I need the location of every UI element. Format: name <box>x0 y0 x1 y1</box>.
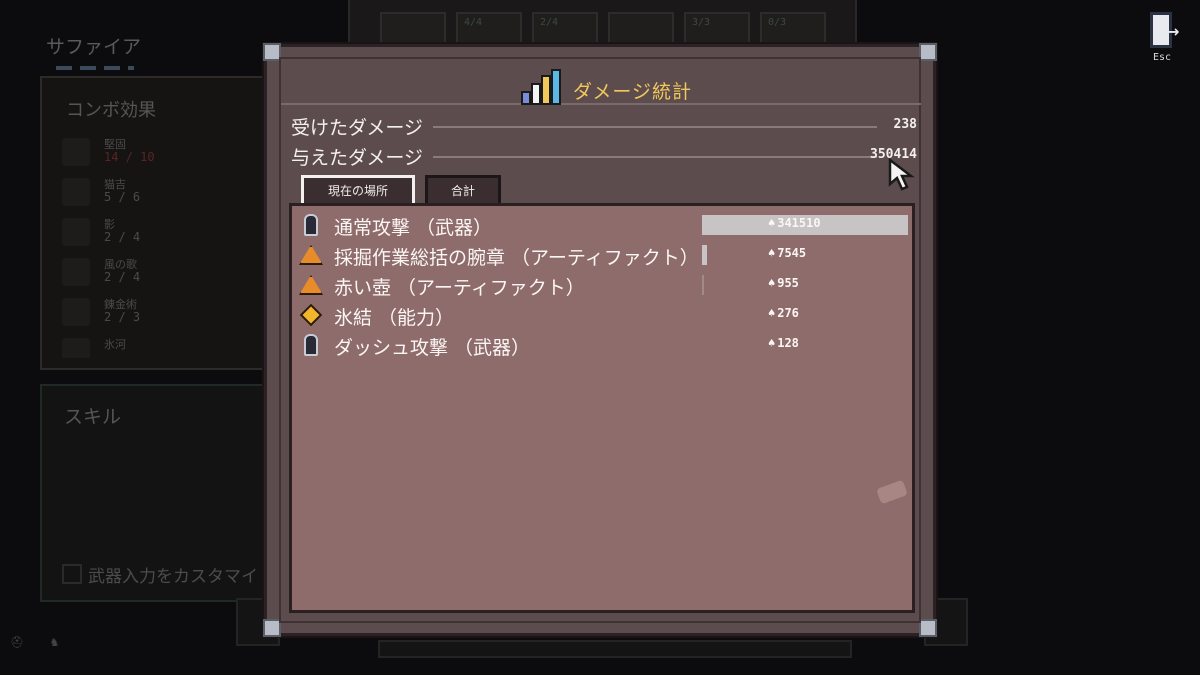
combo-icon <box>62 178 90 206</box>
artifact-icon <box>298 272 324 298</box>
combo-item: 堅固 14 / 10 <box>62 136 262 168</box>
damage-share-bar <box>702 275 704 295</box>
damage-received-value: 238 <box>893 117 917 132</box>
skill-title: スキル <box>64 406 122 428</box>
customize-weapon-input-option: 武器入力をカスタマイ <box>62 562 258 587</box>
tab-current-location[interactable]: 現在の場所 <box>301 175 415 205</box>
combo-item: 錬金術 2 / 3 <box>62 296 262 328</box>
exit-arrow-icon: → <box>1166 22 1180 41</box>
damage-value-text: 276 <box>777 306 799 320</box>
combo-item: 風の歌 2 / 4 <box>62 256 262 288</box>
damage-value-text: 128 <box>777 336 799 350</box>
combo-icon <box>62 298 90 326</box>
damage-source-row[interactable]: ダッシュ攻撃 （武器） ♠ 128 <box>298 330 902 360</box>
character-level-dashes <box>56 66 134 70</box>
checkbox <box>62 564 82 584</box>
modal-header: ダメージ統計 <box>281 61 921 105</box>
mouse-cursor-icon <box>888 158 915 191</box>
damage-stats-modal: ダメージ統計 受けたダメージ 238 与えたダメージ 350414 現在の場所 … <box>263 43 937 637</box>
damage-type-icon: ♠ <box>768 306 776 320</box>
damage-type-icon: ♠ <box>768 216 776 230</box>
combo-item: 猫吉 5 / 6 <box>62 176 262 208</box>
background-bottom-icons: ⛑ ♞ <box>10 636 59 649</box>
damage-source-label: 採掘作業総括の腕章 （アーティファクト） <box>334 247 699 269</box>
damage-source-row[interactable]: 氷結 （能力） ♠ 276 <box>298 300 902 330</box>
damage-source-label: 通常攻撃 （武器） <box>334 217 493 239</box>
frame-corner <box>919 619 937 637</box>
damage-type-icon: ♠ <box>768 246 776 260</box>
helmet-icon: ⛑ <box>10 636 24 649</box>
damage-type-icon: ♠ <box>768 276 776 290</box>
damage-share-bar <box>702 245 707 265</box>
bar-chart-icon <box>519 69 561 105</box>
damage-value: ♠ 955 <box>768 276 858 290</box>
damage-value: ♠ 276 <box>768 306 858 320</box>
skill-panel: スキル 武器入力をカスタマイ <box>40 384 276 602</box>
combo-effects-panel: コンボ効果 堅固 14 / 10 猫吉 5 / 6 影2 / 4 風の歌 2 / 4 … <box>40 76 276 370</box>
damage-value: ♠ 128 <box>768 336 858 350</box>
damage-source-label: ダッシュ攻撃 （武器） <box>334 337 531 359</box>
weapon-icon <box>298 212 324 238</box>
damage-source-label: 氷結 （能力） <box>334 307 455 329</box>
combo-icon <box>62 258 90 286</box>
frame-corner <box>919 43 937 61</box>
ability-icon <box>298 302 324 328</box>
character-name: サファイア <box>46 36 142 58</box>
combo-icon <box>62 338 90 358</box>
damage-dealt-row: 与えたダメージ 350414 <box>291 143 917 170</box>
combo-title: コンボ効果 <box>66 100 156 121</box>
combo-icon <box>62 138 90 166</box>
damage-source-row[interactable]: 採掘作業総括の腕章 （アーティファクト） ♠ 7545 <box>298 240 902 270</box>
leader-line <box>431 126 877 128</box>
damage-value: ♠ 341510 <box>768 216 858 230</box>
combo-item: 影2 / 4 <box>62 216 262 248</box>
background-bottom-bar <box>378 640 852 658</box>
boot-icon: ♞ <box>49 636 60 649</box>
esc-label: Esc <box>1153 52 1172 63</box>
damage-value-text: 7545 <box>777 246 807 260</box>
combo-item: 氷河 <box>62 336 262 358</box>
damage-value: ♠ 7545 <box>768 246 858 260</box>
weapon-icon <box>298 332 324 358</box>
damage-value-text: 955 <box>777 276 799 290</box>
damage-received-row: 受けたダメージ 238 <box>291 113 917 140</box>
damage-source-row[interactable]: 赤い壺 （アーティファクト） ♠ 955 <box>298 270 902 300</box>
damage-received-label: 受けたダメージ <box>291 113 434 140</box>
damage-type-icon: ♠ <box>768 336 776 350</box>
artifact-icon <box>298 242 324 268</box>
damage-source-label: 赤い壺 （アーティファクト） <box>334 277 585 299</box>
leader-line <box>431 156 877 158</box>
exit-button[interactable]: → Esc <box>1146 12 1182 66</box>
tab-total[interactable]: 合計 <box>425 175 501 205</box>
damage-dealt-label: 与えたダメージ <box>291 143 434 170</box>
damage-value-text: 341510 <box>777 216 821 230</box>
damage-breakdown-table: 通常攻撃 （武器） ♠ 341510 採掘作業総括の腕章 （アーティファクト） ♠ 754… <box>289 203 915 613</box>
combo-icon <box>62 218 90 246</box>
modal-title: ダメージ統計 <box>573 81 693 103</box>
damage-source-row[interactable]: 通常攻撃 （武器） ♠ 341510 <box>298 210 908 240</box>
